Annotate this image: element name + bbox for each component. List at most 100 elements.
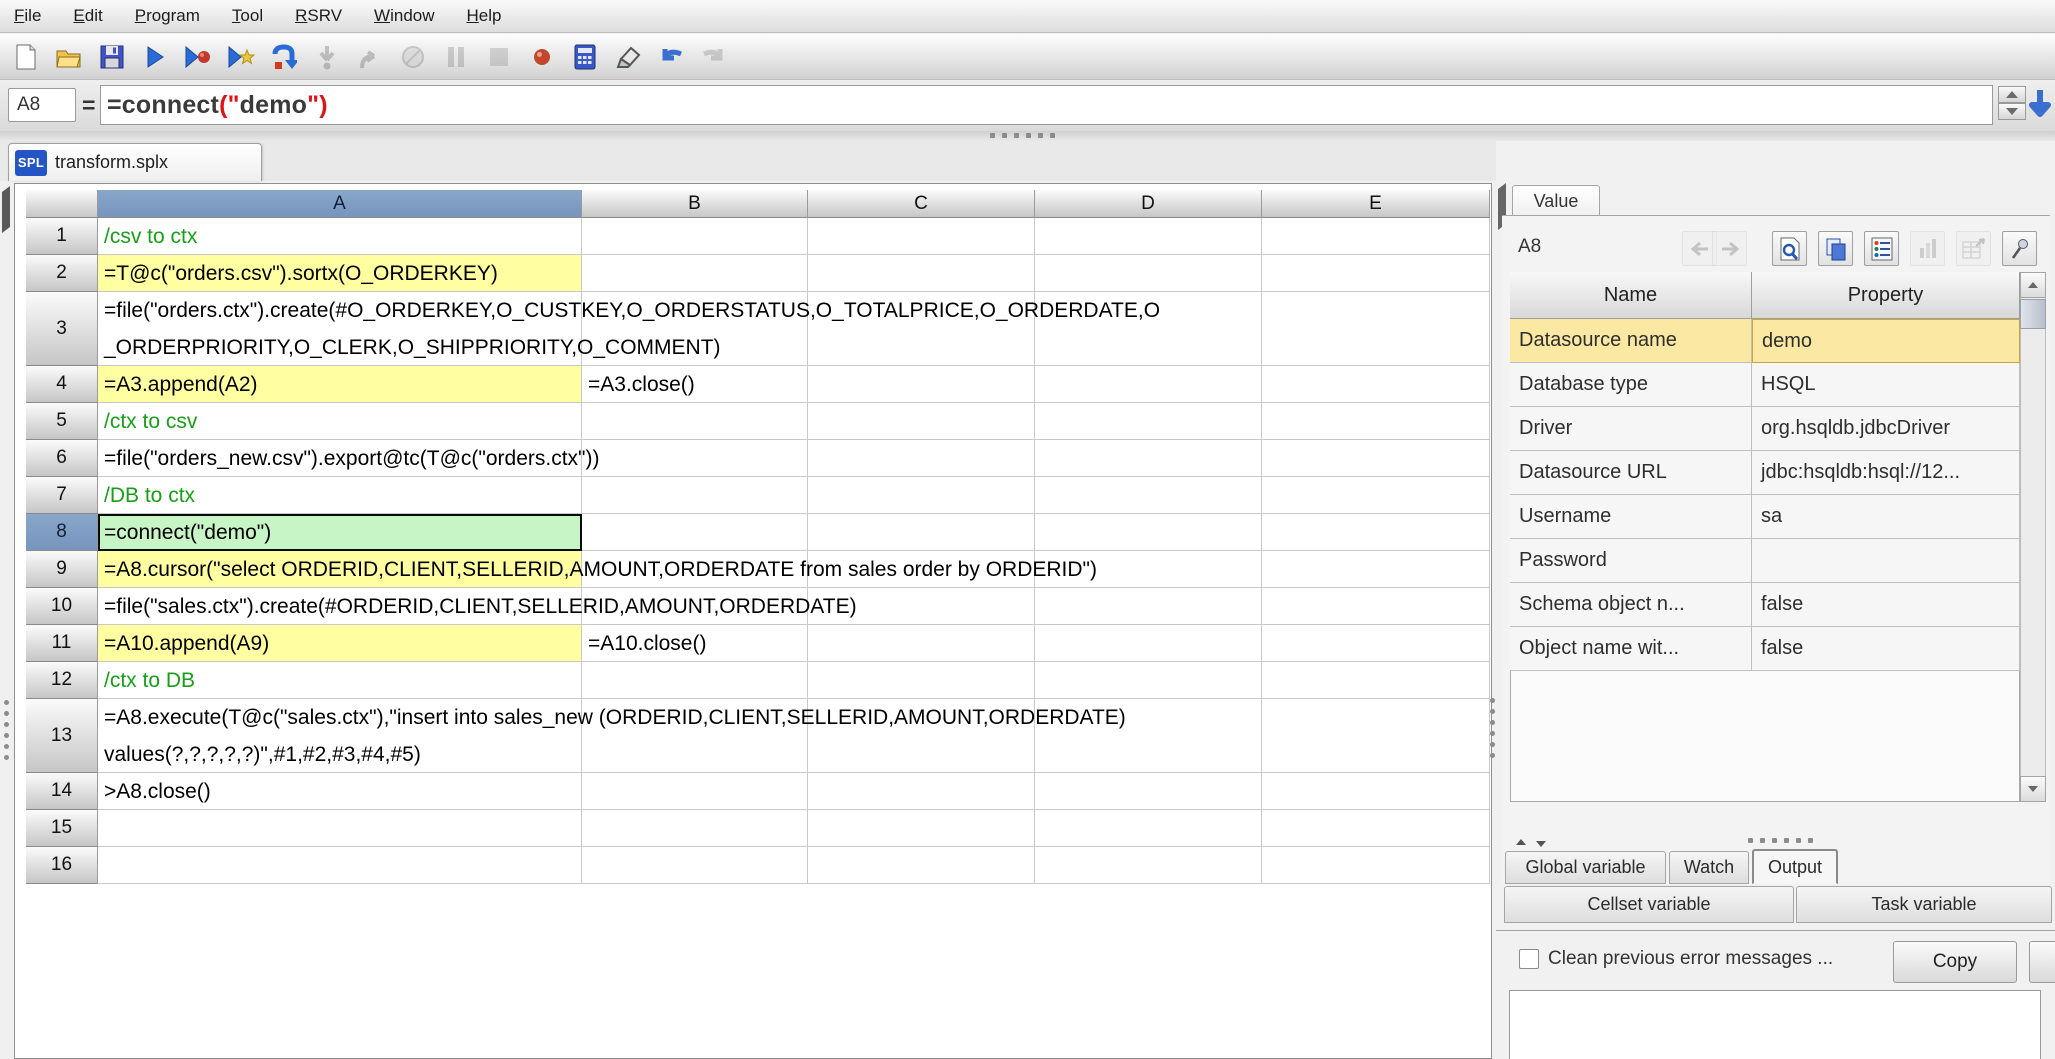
- row-header-8[interactable]: 8: [26, 514, 98, 551]
- cell-E10[interactable]: [1262, 588, 1490, 625]
- execute-icon[interactable]: [141, 43, 169, 71]
- cell-A1[interactable]: [98, 218, 582, 255]
- cell-C12[interactable]: [808, 662, 1035, 699]
- cell-E16[interactable]: [1262, 847, 1490, 884]
- copy-value-icon[interactable]: [1818, 231, 1853, 266]
- tab-output[interactable]: Output: [1752, 849, 1838, 884]
- cell-A2[interactable]: [98, 255, 582, 292]
- save-icon[interactable]: [98, 43, 126, 71]
- cell-C2[interactable]: [808, 255, 1035, 292]
- menu-edit[interactable]: Edit: [69, 4, 106, 28]
- cell-D1[interactable]: [1035, 218, 1262, 255]
- cell-B4[interactable]: [582, 366, 808, 403]
- cell-C1[interactable]: [808, 218, 1035, 255]
- cell-A7[interactable]: [98, 477, 582, 514]
- prop-value-datasource-name[interactable]: demo: [1752, 319, 2020, 363]
- formula-expand-down-button[interactable]: [1998, 103, 2026, 120]
- expand-right-icon[interactable]: [2, 210, 10, 228]
- cell-D12[interactable]: [1035, 662, 1262, 699]
- debug-execute-icon[interactable]: [184, 43, 212, 71]
- cell-E7[interactable]: [1262, 477, 1490, 514]
- cell-B9[interactable]: [582, 551, 808, 588]
- cell-A14[interactable]: [98, 773, 582, 810]
- prop-name-schema-object[interactable]: Schema object n...: [1510, 583, 1752, 627]
- clipped-button[interactable]: [2029, 941, 2055, 983]
- formula-input[interactable]: =connect("demo"): [100, 85, 1993, 125]
- cell-C7[interactable]: [808, 477, 1035, 514]
- cell-B7[interactable]: [582, 477, 808, 514]
- row-header-13[interactable]: 13: [26, 699, 98, 773]
- panel-down-icon[interactable]: [1533, 838, 1548, 850]
- left-splitter-grip-icon[interactable]: [4, 700, 9, 760]
- cell-B16[interactable]: [582, 847, 808, 884]
- cell-B5[interactable]: [582, 403, 808, 440]
- prop-name-database-type[interactable]: Database type: [1510, 363, 1752, 407]
- prop-value-object-name[interactable]: false: [1752, 627, 2020, 671]
- tab-task-variable[interactable]: Task variable: [1796, 886, 2052, 923]
- cell-E3[interactable]: [1262, 292, 1490, 366]
- prop-value-database-type[interactable]: HSQL: [1752, 363, 2020, 407]
- cell-E14[interactable]: [1262, 773, 1490, 810]
- cell-A16[interactable]: [98, 847, 582, 884]
- row-header-14[interactable]: 14: [26, 773, 98, 810]
- prop-value-password[interactable]: [1752, 539, 2020, 583]
- scroll-up-button[interactable]: [2020, 272, 2046, 298]
- prop-value-username[interactable]: sa: [1752, 495, 2020, 539]
- cell-A12[interactable]: [98, 662, 582, 699]
- right-splitter-grip-icon[interactable]: [1490, 698, 1495, 758]
- cell-B15[interactable]: [582, 810, 808, 847]
- cell-B1[interactable]: [582, 218, 808, 255]
- cell-E12[interactable]: [1262, 662, 1490, 699]
- cell-D10[interactable]: [1035, 588, 1262, 625]
- cell-A4[interactable]: [98, 366, 582, 403]
- panel-up-icon[interactable]: [1513, 836, 1528, 848]
- cell-C3[interactable]: [808, 292, 1035, 366]
- prop-value-driver[interactable]: org.hsqldb.jdbcDriver: [1752, 407, 2020, 451]
- prop-name-object-name[interactable]: Object name wit...: [1510, 627, 1752, 671]
- open-file-icon[interactable]: [55, 43, 83, 71]
- cell-D8[interactable]: [1035, 514, 1262, 551]
- scroll-down-button[interactable]: [2020, 776, 2046, 802]
- cell-E9[interactable]: [1262, 551, 1490, 588]
- row-header-2[interactable]: 2: [26, 255, 98, 292]
- cell-B2[interactable]: [582, 255, 808, 292]
- cell-C11[interactable]: [808, 625, 1035, 662]
- cell-E2[interactable]: [1262, 255, 1490, 292]
- execute-current-cell-icon[interactable]: [227, 43, 255, 71]
- row-header-15[interactable]: 15: [26, 810, 98, 847]
- cell-A15[interactable]: [98, 810, 582, 847]
- cell-A6[interactable]: [98, 440, 582, 477]
- cell-A13[interactable]: [98, 699, 582, 773]
- cell-properties-icon[interactable]: [1864, 231, 1899, 266]
- clean-messages-checkbox[interactable]: [1519, 949, 1539, 969]
- prop-name-driver[interactable]: Driver: [1510, 407, 1752, 451]
- cell-D4[interactable]: [1035, 366, 1262, 403]
- cell-A10[interactable]: [98, 588, 582, 625]
- cell-E11[interactable]: [1262, 625, 1490, 662]
- row-header-6[interactable]: 6: [26, 440, 98, 477]
- cell-A8-selected[interactable]: [98, 514, 582, 551]
- column-header-c[interactable]: C: [808, 190, 1035, 218]
- apply-formula-icon[interactable]: [2028, 88, 2052, 125]
- cell-D13[interactable]: [1035, 699, 1262, 773]
- prop-value-schema-object[interactable]: false: [1752, 583, 2020, 627]
- property-table-header-name[interactable]: Name: [1510, 272, 1752, 319]
- cell-D7[interactable]: [1035, 477, 1262, 514]
- row-header-11[interactable]: 11: [26, 625, 98, 662]
- cell-D2[interactable]: [1035, 255, 1262, 292]
- cell-D11[interactable]: [1035, 625, 1262, 662]
- cell-E13[interactable]: [1262, 699, 1490, 773]
- cell-C8[interactable]: [808, 514, 1035, 551]
- tab-transform-splx[interactable]: SPL transform.splx: [8, 143, 262, 181]
- undo-icon[interactable]: [657, 43, 685, 71]
- cell-E1[interactable]: [1262, 218, 1490, 255]
- cell-A3[interactable]: [98, 292, 582, 366]
- cell-C16[interactable]: [808, 847, 1035, 884]
- scrollbar-track[interactable]: [2020, 298, 2046, 776]
- cell-C9[interactable]: [808, 551, 1035, 588]
- menu-tool[interactable]: Tool: [228, 4, 267, 28]
- cell-B13[interactable]: [582, 699, 808, 773]
- cell-E8[interactable]: [1262, 514, 1490, 551]
- menu-rsrv[interactable]: RSRV: [291, 4, 346, 28]
- prop-value-datasource-url[interactable]: jdbc:hsqldb:hsql://12...: [1752, 451, 2020, 495]
